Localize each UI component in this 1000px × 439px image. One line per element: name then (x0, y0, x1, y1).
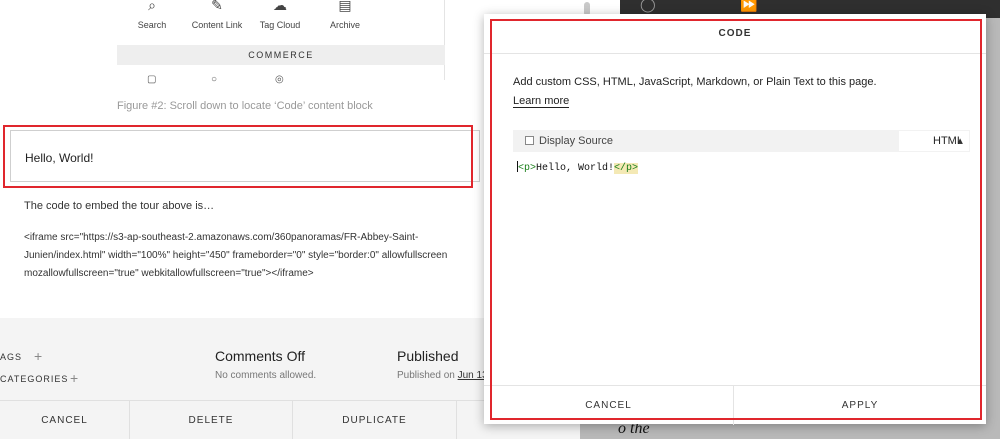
display-source-label[interactable]: Display Source (539, 135, 613, 147)
published-subtitle: Published on Jun 13 (397, 370, 488, 381)
code-editor[interactable]: <p>Hello, World!</p> (513, 152, 970, 370)
archive-icon: ▤ (338, 0, 352, 13)
dialog-description: Add custom CSS, HTML, JavaScript, Markdo… (513, 76, 877, 88)
code-open-tag: <p> (518, 163, 537, 174)
insert-item-archive[interactable]: ▤ Archive (310, 0, 380, 30)
code-text: Hello, World! (536, 163, 615, 174)
insert-item-search[interactable]: ⌕ Search (117, 0, 187, 30)
annotation-outline-hello (3, 125, 473, 188)
footer-duplicate-button[interactable]: DUPLICATE (293, 401, 457, 439)
add-category-icon[interactable]: + (70, 370, 78, 386)
play-control-icon: ◯ (640, 0, 656, 12)
fast-forward-icon: ⏩ (740, 0, 758, 12)
comments-title[interactable]: Comments Off (215, 348, 305, 364)
product-icon: ▢ (147, 74, 157, 85)
published-title[interactable]: Published (397, 348, 459, 364)
display-source-checkbox[interactable] (525, 136, 534, 145)
language-select[interactable]: HTML ▲▼ (899, 131, 969, 165)
insert-item-content-link[interactable]: ✎ Content Link (182, 0, 252, 30)
code-line-1: <p>Hello, World!</p> (517, 161, 639, 174)
insert-menu-panel: ⌕ Search ✎ Content Link ☁ Tag Cloud ▤ Ar… (117, 0, 445, 85)
comments-subtitle: No comments allowed. (215, 370, 317, 381)
search-icon: ⌕ (148, 0, 156, 13)
dialog-title: CODE (484, 14, 986, 54)
donation-icon: ○ (211, 74, 218, 85)
embed-code-text: <iframe src="https://s3-ap-southeast-2.a… (24, 232, 448, 279)
insert-item-tag-cloud[interactable]: ☁ Tag Cloud (245, 0, 315, 30)
learn-more-link[interactable]: Learn more (513, 95, 570, 108)
footer-delete-button[interactable]: DELETE (130, 401, 293, 439)
commerce-section-header: COMMERCE (117, 45, 445, 65)
embed-intro-text: The code to embed the tour above is… (24, 200, 215, 212)
categories-label: CATEGORIES (0, 374, 69, 384)
figure-caption: Figure #2: Scroll down to locate ‘Code’ … (117, 100, 373, 112)
footer-cancel-button[interactable]: CANCEL (0, 401, 130, 439)
content-link-icon: ✎ (211, 0, 223, 13)
code-close-tag: </p> (614, 163, 639, 174)
tag-cloud-icon: ☁ (273, 0, 287, 13)
code-toolbar: Display Source HTML ▲▼ (513, 130, 970, 165)
code-block-dialog: CODE Add custom CSS, HTML, JavaScript, M… (484, 14, 986, 425)
add-tag-icon[interactable]: + (34, 348, 42, 364)
dialog-footer: CANCEL APPLY (484, 385, 986, 425)
cancel-button[interactable]: CANCEL (484, 386, 734, 425)
tags-label: AGS (0, 352, 23, 362)
newsletter-icon: ◎ (275, 74, 284, 85)
apply-button[interactable]: APPLY (734, 386, 986, 425)
